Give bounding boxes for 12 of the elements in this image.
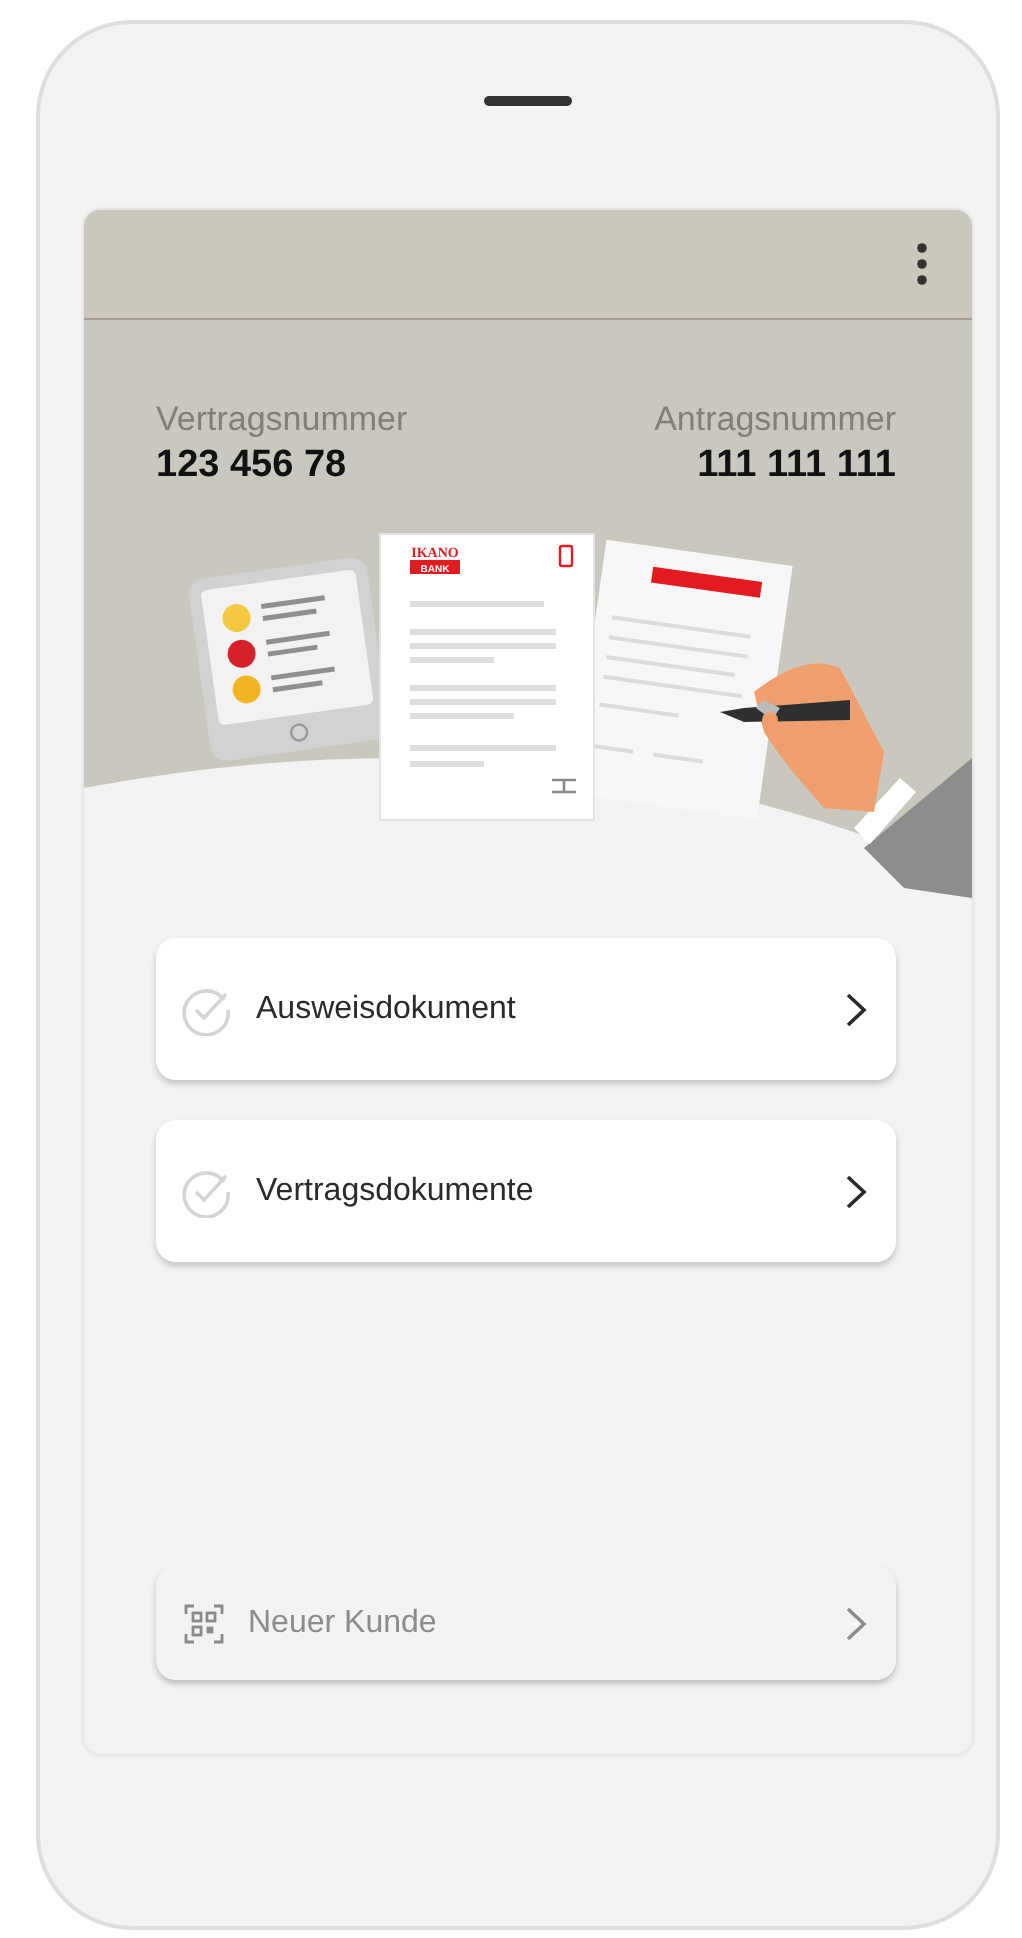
more-menu-icon[interactable] bbox=[916, 242, 928, 286]
chevron-right-icon bbox=[844, 1605, 868, 1641]
application-number-label: Antragsnummer bbox=[654, 400, 896, 440]
speaker-slot bbox=[484, 96, 572, 106]
application-number: 111 111 111 bbox=[697, 444, 896, 488]
qr-scan-icon bbox=[184, 1603, 224, 1643]
document-row-button[interactable]: Vertragsdokumente bbox=[156, 1120, 896, 1262]
contract-number-label: Vertragsnummer bbox=[156, 400, 408, 440]
chevron-right-icon bbox=[844, 991, 868, 1027]
contract-number: 123 456 78 bbox=[156, 444, 349, 488]
document-row-button[interactable]: Ausweisdokument bbox=[156, 938, 896, 1080]
chevron-right-icon bbox=[844, 1173, 868, 1209]
